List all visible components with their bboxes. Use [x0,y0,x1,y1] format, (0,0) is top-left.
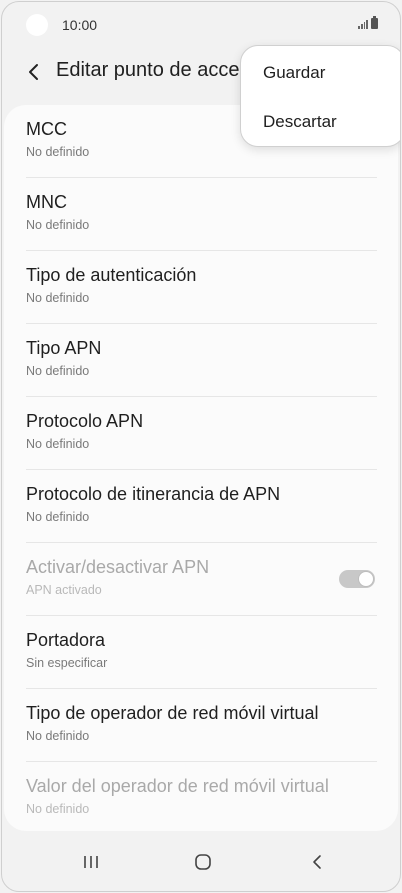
item-title: Tipo de autenticación [26,265,197,285]
setting-auth-type[interactable]: Tipo de autenticación No definido [26,251,377,324]
item-subtitle: No definido [26,510,90,524]
item-subtitle: No definido [26,145,90,159]
item-title: Valor del operador de red móvil virtual [26,776,329,796]
status-time: 10:00 [62,17,98,33]
setting-mvno-value: Valor del operador de red móvil virtual … [26,762,377,831]
settings-list: MCC No definido MNC No definido Tipo de … [4,105,398,831]
recents-icon [84,856,98,868]
item-subtitle: No definido [26,437,90,451]
item-title: Activar/desactivar APN [26,557,210,577]
item-title: Protocolo de itinerancia de APN [26,484,281,504]
save-menu-item[interactable]: Guardar [241,48,400,98]
item-title: Portadora [26,630,106,650]
nav-back-button[interactable] [302,847,332,877]
phone-screen: 10:00 Editar punto de acceso Guardar Des… [1,1,401,892]
setting-bearer[interactable]: Portadora Sin especificar [26,616,377,689]
battery-icon [371,16,378,29]
item-title: Protocolo APN [26,411,144,431]
camera-cutout [26,14,48,36]
chevron-left-icon [29,64,38,80]
item-subtitle: No definido [26,802,90,816]
item-subtitle: No definido [26,291,90,305]
item-subtitle: No definido [26,218,90,232]
setting-mvno-type[interactable]: Tipo de operador de red móvil virtual No… [26,689,377,762]
item-title: MNC [26,192,67,212]
back-icon [313,855,321,869]
item-title: Tipo de operador de red móvil virtual [26,703,319,723]
status-bar: 10:00 [2,2,400,46]
recents-button[interactable] [76,847,106,877]
signal-icon [358,19,368,29]
setting-apn-toggle: Activar/desactivar APN APN activado [26,543,377,616]
overflow-menu: Guardar Descartar [240,45,400,147]
home-icon [195,854,211,870]
back-button[interactable] [20,56,48,88]
page-title: Editar punto de acceso [56,59,261,81]
item-title: MCC [26,119,67,139]
setting-mnc[interactable]: MNC No definido [26,178,377,251]
item-subtitle: No definido [26,729,90,743]
item-title: Tipo APN [26,338,102,358]
setting-apn-type[interactable]: Tipo APN No definido [26,324,377,397]
home-button[interactable] [188,847,218,877]
status-icons [358,16,378,29]
toggle-knob [358,571,374,587]
apn-toggle-switch [339,570,375,588]
setting-roaming-protocol[interactable]: Protocolo de itinerancia de APN No defin… [26,470,377,543]
item-subtitle: Sin especificar [26,656,108,670]
item-subtitle: No definido [26,364,90,378]
setting-apn-protocol[interactable]: Protocolo APN No definido [26,397,377,470]
item-subtitle: APN activado [26,583,102,597]
discard-menu-item[interactable]: Descartar [241,97,400,147]
navigation-bar [2,831,400,891]
